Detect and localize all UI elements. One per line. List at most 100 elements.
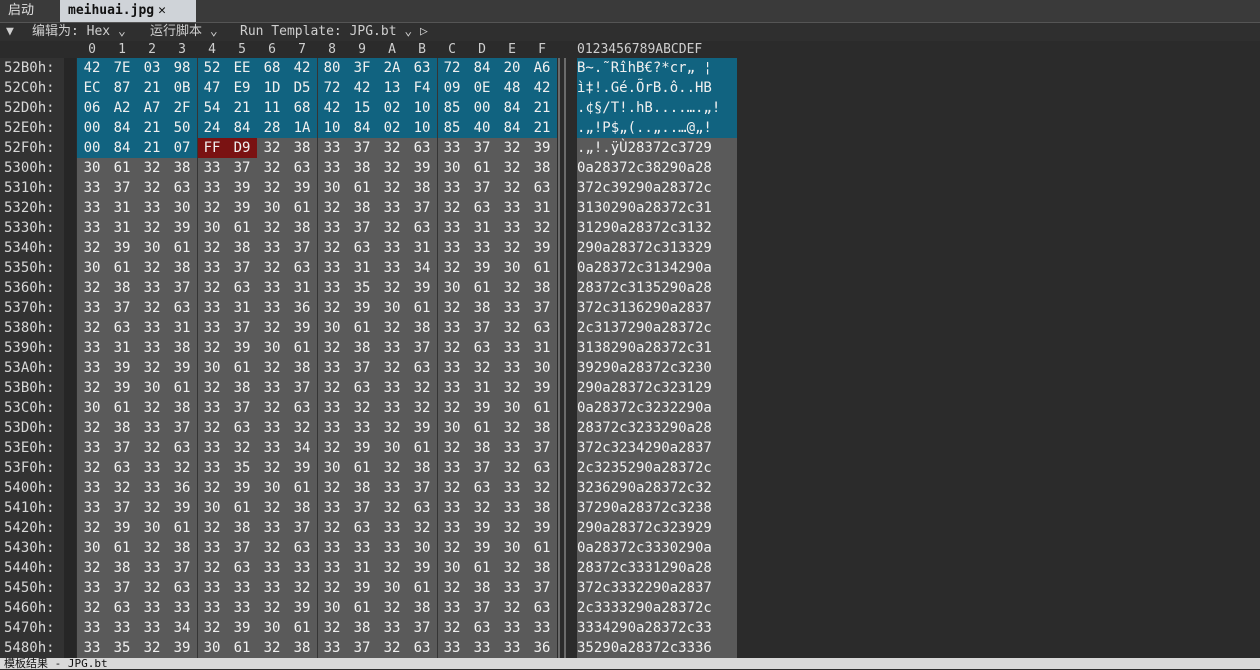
hex-byte[interactable]: 32 — [377, 638, 407, 658]
hex-byte[interactable]: 63 — [107, 598, 137, 618]
hex-byte[interactable]: 35 — [347, 278, 377, 298]
hex-byte[interactable]: 61 — [287, 618, 317, 638]
hex-byte[interactable]: 39 — [227, 338, 257, 358]
hex-byte[interactable]: 98 — [167, 58, 197, 78]
hex-byte[interactable]: 30 — [407, 538, 437, 558]
hex-byte[interactable]: 33 — [467, 638, 497, 658]
hex-byte[interactable]: 33 — [107, 618, 137, 638]
hex-byte[interactable]: 30 — [257, 478, 287, 498]
hex-byte[interactable]: 33 — [77, 218, 107, 238]
hex-byte[interactable]: 84 — [497, 98, 527, 118]
hex-byte[interactable]: 39 — [167, 218, 197, 238]
hex-byte[interactable]: 37 — [287, 378, 317, 398]
hex-byte[interactable]: 42 — [77, 58, 107, 78]
hex-byte[interactable]: 63 — [347, 378, 377, 398]
hex-byte[interactable]: 37 — [227, 398, 257, 418]
hex-byte[interactable]: 33 — [137, 338, 167, 358]
hex-byte[interactable]: 32 — [497, 278, 527, 298]
hex-byte[interactable]: 33 — [77, 178, 107, 198]
hex-byte[interactable]: 33 — [317, 138, 347, 158]
ascii-row[interactable]: .„!.ÿÙ28372c3729 — [577, 138, 737, 158]
hex-byte[interactable]: 37 — [467, 178, 497, 198]
hex-byte[interactable]: 33 — [347, 418, 377, 438]
hex-byte[interactable]: 33 — [197, 398, 227, 418]
hex-byte[interactable]: 39 — [347, 298, 377, 318]
hex-byte[interactable]: 31 — [467, 378, 497, 398]
hex-byte[interactable]: 33 — [497, 498, 527, 518]
hex-byte[interactable]: 32 — [377, 318, 407, 338]
hex-byte[interactable]: 33 — [77, 338, 107, 358]
hex-byte[interactable]: 33 — [377, 538, 407, 558]
hex-byte[interactable]: 32 — [227, 438, 257, 458]
hex-byte[interactable]: 61 — [407, 298, 437, 318]
hex-byte[interactable]: 33 — [257, 378, 287, 398]
hex-byte[interactable]: 32 — [137, 538, 167, 558]
hex-byte[interactable]: 32 — [377, 418, 407, 438]
hex-byte[interactable]: 30 — [437, 558, 467, 578]
hex-byte[interactable]: 31 — [167, 318, 197, 338]
hex-byte[interactable]: 32 — [497, 458, 527, 478]
hex-byte[interactable]: 24 — [197, 118, 227, 138]
hex-byte[interactable]: 33 — [317, 398, 347, 418]
hex-byte[interactable]: 30 — [77, 158, 107, 178]
hex-byte[interactable]: EE — [227, 58, 257, 78]
hex-byte[interactable]: 30 — [137, 378, 167, 398]
hex-byte[interactable]: 32 — [77, 418, 107, 438]
hex-byte[interactable]: 31 — [467, 218, 497, 238]
hex-byte[interactable]: 84 — [347, 118, 377, 138]
pane-separator-2[interactable] — [564, 58, 566, 658]
hex-byte[interactable]: 38 — [227, 238, 257, 258]
hex-byte[interactable]: 37 — [287, 238, 317, 258]
hex-byte[interactable]: 39 — [287, 178, 317, 198]
hex-byte[interactable]: 32 — [347, 398, 377, 418]
hex-byte[interactable]: FF — [197, 138, 227, 158]
hex-byte[interactable]: 84 — [497, 118, 527, 138]
hex-byte[interactable]: 0B — [167, 78, 197, 98]
hex-byte[interactable]: 09 — [437, 78, 467, 98]
hex-byte[interactable]: 32 — [257, 638, 287, 658]
hex-byte[interactable]: 85 — [437, 118, 467, 138]
hex-byte[interactable]: 38 — [527, 278, 557, 298]
hex-byte[interactable]: 33 — [137, 618, 167, 638]
ascii-row[interactable]: 37290a28372c3238 — [577, 498, 737, 518]
hex-byte[interactable]: D5 — [287, 78, 317, 98]
hex-byte[interactable]: 37 — [407, 338, 437, 358]
hex-byte[interactable]: 30 — [77, 258, 107, 278]
hex-byte[interactable]: 32 — [497, 178, 527, 198]
hex-byte[interactable]: 07 — [167, 138, 197, 158]
hex-byte[interactable]: 63 — [407, 58, 437, 78]
hex-byte[interactable]: 32 — [317, 378, 347, 398]
hex-byte[interactable]: 61 — [347, 458, 377, 478]
hex-byte[interactable]: 33 — [137, 458, 167, 478]
ascii-row[interactable]: 28372c3135290a28 — [577, 278, 737, 298]
hex-byte[interactable]: 84 — [227, 118, 257, 138]
hex-byte[interactable]: 32 — [377, 558, 407, 578]
hex-byte[interactable]: 1A — [287, 118, 317, 138]
hex-byte[interactable]: 32 — [257, 178, 287, 198]
hex-byte[interactable]: 32 — [287, 418, 317, 438]
hex-byte[interactable]: 38 — [287, 638, 317, 658]
hex-byte[interactable]: 33 — [497, 198, 527, 218]
hex-byte[interactable]: 84 — [467, 58, 497, 78]
hex-byte[interactable]: 36 — [527, 638, 557, 658]
hex-byte[interactable]: 37 — [227, 538, 257, 558]
hex-byte[interactable]: 38 — [527, 418, 557, 438]
hex-byte[interactable]: 33 — [497, 478, 527, 498]
tab-start[interactable]: 启动 — [0, 0, 60, 22]
hex-byte[interactable]: 32 — [197, 418, 227, 438]
hex-byte[interactable]: 63 — [287, 158, 317, 178]
hex-byte[interactable]: 37 — [347, 138, 377, 158]
hex-byte[interactable]: 33 — [197, 438, 227, 458]
hex-byte[interactable]: 32 — [257, 138, 287, 158]
hex-byte[interactable]: 47 — [197, 78, 227, 98]
hex-byte[interactable]: 33 — [317, 218, 347, 238]
hex-byte[interactable]: 33 — [377, 258, 407, 278]
hex-byte[interactable]: 30 — [197, 218, 227, 238]
hex-byte[interactable]: 32 — [77, 238, 107, 258]
hex-byte[interactable]: 38 — [287, 218, 317, 238]
hex-byte[interactable]: 61 — [467, 418, 497, 438]
hex-byte[interactable]: 06 — [77, 98, 107, 118]
ascii-row[interactable]: 3334290a28372c33 — [577, 618, 737, 638]
hex-byte[interactable]: 31 — [347, 258, 377, 278]
hex-byte[interactable]: 10 — [317, 118, 347, 138]
